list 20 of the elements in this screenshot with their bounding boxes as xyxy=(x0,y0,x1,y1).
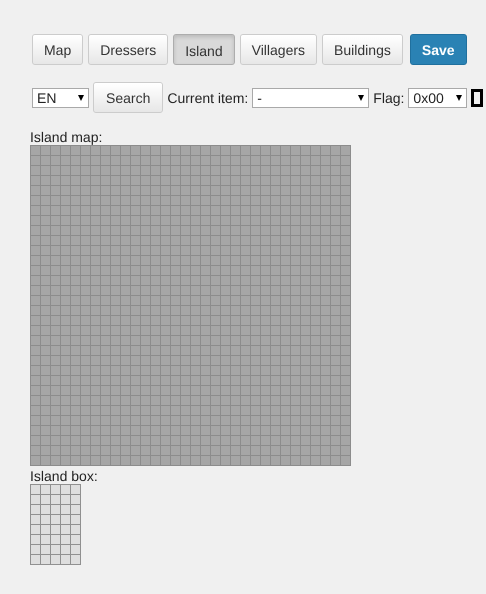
island-box-grid[interactable] xyxy=(30,484,81,565)
tab[interactable]: Map xyxy=(32,34,84,65)
caret-icon xyxy=(358,94,364,100)
current-item-label: Current item: xyxy=(167,90,248,106)
current-item-select[interactable]: - xyxy=(252,88,370,108)
tab[interactable]: Villagers xyxy=(240,34,318,65)
caret-icon xyxy=(78,94,84,100)
island-box-label: Island box: xyxy=(30,468,99,484)
color-swatch[interactable] xyxy=(471,88,484,106)
tab[interactable]: Island xyxy=(173,34,235,65)
tab[interactable]: Dressers xyxy=(88,34,168,65)
save-button[interactable]: Save xyxy=(410,34,467,65)
flag-select[interactable]: 0x00 xyxy=(408,88,468,108)
search-button[interactable]: Search xyxy=(93,82,164,113)
island-map-label: Island map: xyxy=(30,130,104,145)
caret-icon xyxy=(456,94,462,100)
island-map-grid[interactable] xyxy=(30,145,351,466)
flag-label: Flag: xyxy=(373,90,404,106)
language-select[interactable]: EN xyxy=(32,88,89,108)
tab[interactable]: Buildings xyxy=(322,34,403,65)
